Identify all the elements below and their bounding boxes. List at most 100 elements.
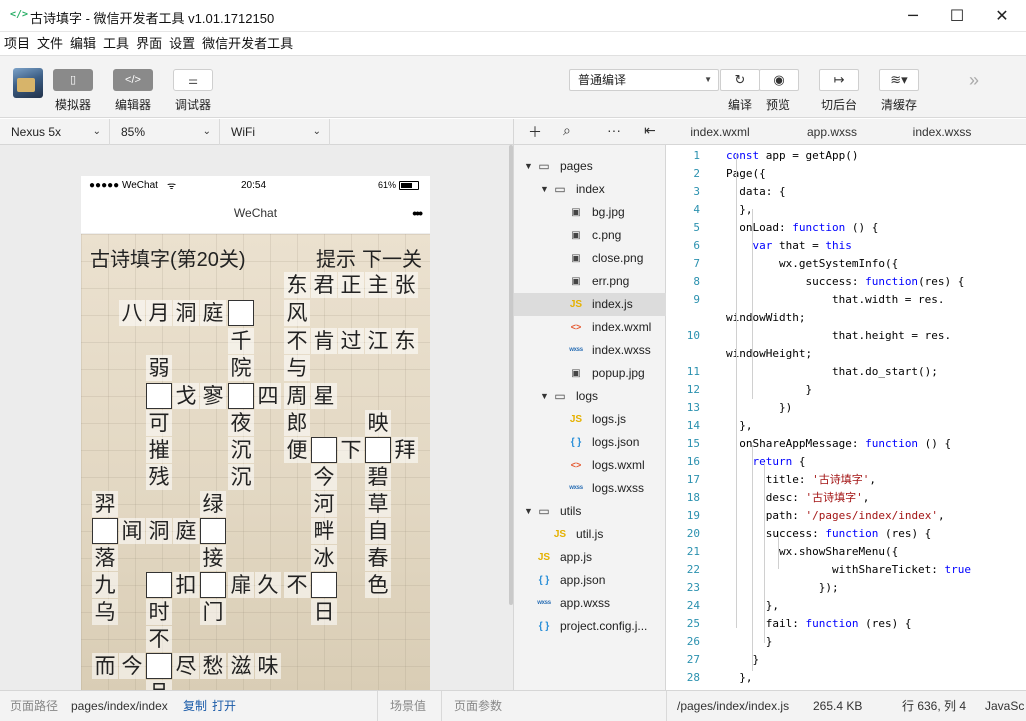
code-line[interactable]: title: '古诗填字', bbox=[726, 471, 1026, 489]
compile-mode-select[interactable]: 普通编译 ▼ bbox=[569, 69, 719, 91]
blank-cell[interactable] bbox=[200, 518, 226, 544]
code-line[interactable]: onShareAppMessage: function () { bbox=[726, 435, 1026, 453]
close-button[interactable]: ✕ bbox=[980, 2, 1024, 30]
compile-button[interactable]: ↻ bbox=[720, 69, 760, 91]
code-line[interactable]: success: function(res) { bbox=[726, 273, 1026, 291]
tree-file[interactable]: wxss logs.wxss bbox=[514, 477, 667, 500]
expanded-arrow-icon[interactable]: ▼ bbox=[524, 500, 533, 523]
tree-file[interactable]: ▣ close.png bbox=[514, 247, 667, 270]
code-line[interactable]: data: { bbox=[726, 183, 1026, 201]
tree-folder[interactable]: ▼ ▭ utils bbox=[514, 500, 667, 523]
code-line[interactable]: }, bbox=[726, 669, 1026, 687]
code-line[interactable]: Page({ bbox=[726, 165, 1026, 183]
next-level-button[interactable]: 下一关 bbox=[362, 243, 422, 272]
blank-cell[interactable] bbox=[311, 437, 337, 463]
code-line[interactable]: fail: function (res) { bbox=[726, 615, 1026, 633]
blank-cell[interactable] bbox=[146, 572, 172, 598]
network-select[interactable]: WiFi ⌄ bbox=[220, 119, 330, 145]
ellipsis-icon[interactable]: ··· bbox=[607, 122, 621, 138]
tree-file[interactable]: { } app.json bbox=[514, 569, 667, 592]
tree-file[interactable]: wxss index.wxss bbox=[514, 339, 667, 362]
zoom-select[interactable]: 85% ⌄ bbox=[110, 119, 220, 145]
tree-file[interactable]: ▣ c.png bbox=[514, 224, 667, 247]
background-button[interactable]: ↦ bbox=[819, 69, 859, 91]
code-line[interactable]: const app = getApp() bbox=[726, 147, 1026, 165]
tree-file[interactable]: JS logs.js bbox=[514, 408, 667, 431]
tree-file[interactable]: <> logs.wxml bbox=[514, 454, 667, 477]
menu-view[interactable]: 界面 bbox=[132, 32, 165, 56]
tree-folder[interactable]: ▼ ▭ index bbox=[514, 178, 667, 201]
blank-cell[interactable] bbox=[228, 300, 254, 326]
blank-cell[interactable] bbox=[228, 383, 254, 409]
minimize-button[interactable]: ─ bbox=[891, 2, 935, 30]
blank-cell[interactable] bbox=[200, 572, 226, 598]
tree-folder[interactable]: ▼ ▭ pages bbox=[514, 155, 667, 178]
code-line[interactable]: }, bbox=[726, 201, 1026, 219]
language-mode[interactable]: JavaSc bbox=[985, 691, 1024, 721]
preview-button[interactable]: ◉ bbox=[759, 69, 799, 91]
expanded-arrow-icon[interactable]: ▼ bbox=[540, 385, 549, 408]
code-editor[interactable]: 1 const app = getApp() 2 Page({3 data: {4 }… bbox=[666, 145, 1026, 690]
debugger-toggle[interactable]: ⚌ bbox=[173, 69, 213, 91]
blank-cell[interactable] bbox=[365, 437, 391, 463]
code-line[interactable]: var that = this bbox=[726, 237, 1026, 255]
cursor-position[interactable]: 行 636, 列 4 bbox=[902, 691, 966, 721]
code-line[interactable]: path: '/pages/index/index', bbox=[726, 507, 1026, 525]
scene-value-button[interactable]: 场景值 bbox=[390, 691, 426, 721]
code-line[interactable]: withShareTicket: true bbox=[726, 561, 1026, 579]
code-line[interactable]: }) bbox=[726, 399, 1026, 417]
blank-cell[interactable] bbox=[92, 518, 118, 544]
menu-devtools[interactable]: 微信开发者工具 bbox=[198, 32, 296, 56]
code-line[interactable]: wx.showShareMenu({ bbox=[726, 543, 1026, 561]
code-line[interactable]: }, bbox=[726, 417, 1026, 435]
tree-file[interactable]: ▣ bg.jpg bbox=[514, 201, 667, 224]
editor-toggle[interactable]: </> bbox=[113, 69, 153, 91]
menu-project[interactable]: 项目 bbox=[0, 32, 33, 56]
menu-edit[interactable]: 编辑 bbox=[66, 32, 99, 56]
expanded-arrow-icon[interactable]: ▼ bbox=[524, 155, 533, 178]
code-line[interactable]: desc: '古诗填字', bbox=[726, 489, 1026, 507]
tab-index-wxss[interactable]: index.wxss bbox=[890, 119, 994, 145]
blank-cell[interactable] bbox=[146, 383, 172, 409]
page-params-button[interactable]: 页面参数 bbox=[454, 691, 502, 721]
maximize-button[interactable]: ☐ bbox=[935, 2, 979, 30]
code-line[interactable]: windowWidth; bbox=[726, 309, 1026, 327]
more-dots-icon[interactable]: ••• bbox=[412, 196, 423, 230]
code-line[interactable]: } bbox=[726, 651, 1026, 669]
code-line[interactable]: that.height = res. bbox=[726, 327, 1026, 345]
expanded-arrow-icon[interactable]: ▼ bbox=[540, 178, 549, 201]
code-line[interactable]: }, bbox=[726, 597, 1026, 615]
code-line[interactable]: }); bbox=[726, 579, 1026, 597]
tree-file[interactable]: <> index.wxml bbox=[514, 316, 667, 339]
copy-link[interactable]: 复制 bbox=[183, 691, 207, 721]
code-line[interactable]: wx.getSystemInfo({ bbox=[726, 255, 1026, 273]
avatar[interactable] bbox=[13, 68, 43, 98]
tree-file[interactable]: { } logs.json bbox=[514, 431, 667, 454]
tree-file[interactable]: JS index.js bbox=[514, 293, 667, 316]
simulator-toggle[interactable]: ▯ bbox=[53, 69, 93, 91]
tab-app-wxss[interactable]: app.wxss bbox=[774, 119, 890, 145]
tab-index-wxml[interactable]: index.wxml bbox=[666, 119, 774, 145]
plus-icon[interactable]: ＋ bbox=[528, 122, 542, 142]
code-line[interactable]: } bbox=[726, 633, 1026, 651]
tree-file[interactable]: JS app.js bbox=[514, 546, 667, 569]
tree-file[interactable]: JS util.js bbox=[514, 523, 667, 546]
code-line[interactable]: that.do_start(); bbox=[726, 363, 1026, 381]
hint-button[interactable]: 提示 bbox=[316, 243, 356, 272]
double-chevron-right-icon[interactable]: » bbox=[969, 70, 979, 91]
blank-cell[interactable] bbox=[311, 572, 337, 598]
search-icon[interactable]: ⌕ bbox=[563, 122, 571, 139]
tree-file[interactable]: ▣ err.png bbox=[514, 270, 667, 293]
code-line[interactable]: success: function (res) { bbox=[726, 525, 1026, 543]
code-line[interactable]: that.width = res. bbox=[726, 291, 1026, 309]
menu-file[interactable]: 文件 bbox=[33, 32, 66, 56]
code-line[interactable]: } bbox=[726, 381, 1026, 399]
menu-settings[interactable]: 设置 bbox=[165, 32, 198, 56]
code-line[interactable]: windowHeight; bbox=[726, 345, 1026, 363]
tree-file[interactable]: wxss app.wxss bbox=[514, 592, 667, 615]
device-select[interactable]: Nexus 5x ⌄ bbox=[0, 119, 110, 145]
code-line[interactable]: return { bbox=[726, 453, 1026, 471]
open-link[interactable]: 打开 bbox=[212, 691, 236, 721]
clear-cache-button[interactable]: ≋▾ bbox=[879, 69, 919, 91]
collapse-icon[interactable]: ⇤ bbox=[644, 122, 656, 139]
